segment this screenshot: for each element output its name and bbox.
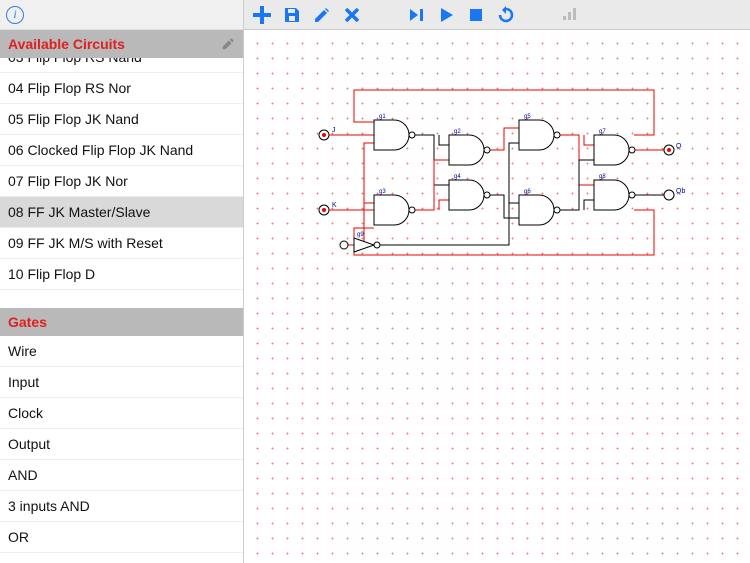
chart-icon — [560, 5, 580, 25]
gate-nand[interactable]: g1 — [374, 114, 415, 150]
list-item[interactable]: 09 FF JK M/S with Reset — [0, 228, 243, 259]
gate-label: Clock — [8, 405, 43, 421]
play-icon[interactable] — [436, 5, 456, 25]
gate-label: Output — [8, 436, 50, 452]
gate-nand[interactable]: g8 — [594, 174, 635, 210]
svg-text:g2: g2 — [454, 129, 461, 135]
svg-text:g6: g6 — [524, 189, 531, 195]
list-item[interactable]: Wire — [0, 336, 243, 367]
stop-icon[interactable] — [466, 5, 486, 25]
svg-text:g1: g1 — [379, 114, 386, 120]
list-item[interactable]: OR — [0, 522, 243, 553]
gates-list: Wire Input Clock Output AND 3 inputs AND… — [0, 336, 243, 563]
list-item[interactable]: 08 FF JK Master/Slave — [0, 197, 243, 228]
svg-text:g7: g7 — [599, 129, 606, 135]
circuit-label: 09 FF JK M/S with Reset — [8, 235, 163, 251]
pencil-icon[interactable] — [221, 37, 235, 51]
svg-text:g3: g3 — [379, 189, 386, 195]
gate-label: OR — [8, 529, 29, 545]
list-item[interactable]: Input — [0, 367, 243, 398]
sidebar: i Available Circuits 03 Flip Flop RS Nan… — [0, 0, 244, 563]
list-item[interactable]: 06 Clocked Flip Flop JK Nand — [0, 135, 243, 166]
list-item[interactable]: NOT — [0, 553, 243, 563]
output-q-label: Q — [676, 143, 682, 150]
add-icon[interactable] — [252, 5, 272, 25]
canvas[interactable]: J K Q Qb g1 g3 g2 g4 g5 — [244, 30, 750, 563]
circuit-diagram[interactable]: J K Q Qb g1 g3 g2 g4 g5 — [294, 80, 694, 280]
gate-nand[interactable]: g7 — [594, 129, 635, 165]
gate-not[interactable]: g9 — [354, 232, 380, 252]
circuits-list: 03 Flip Flop RS Nand 04 Flip Flop RS Nor… — [0, 58, 243, 308]
list-item[interactable]: 10 Flip Flop D — [0, 259, 243, 290]
gate-label: AND — [8, 467, 38, 483]
gate-nand[interactable]: g4 — [449, 174, 490, 210]
input-k-label: K — [332, 202, 337, 209]
circuit-label: 10 Flip Flop D — [8, 266, 95, 282]
gate-nand[interactable]: g6 — [519, 189, 560, 225]
circuits-title: Available Circuits — [8, 36, 125, 52]
list-item[interactable]: AND — [0, 460, 243, 491]
toolbar — [244, 0, 750, 30]
pencil-icon[interactable] — [312, 5, 332, 25]
sidebar-topbar: i — [0, 0, 243, 30]
gates-title: Gates — [8, 314, 47, 330]
svg-text:g8: g8 — [599, 174, 606, 180]
svg-text:g4: g4 — [454, 174, 461, 180]
gate-label: Input — [8, 374, 39, 390]
svg-text:g9: g9 — [357, 232, 364, 238]
svg-text:g5: g5 — [524, 114, 531, 120]
gate-nand[interactable]: g3 — [374, 189, 415, 225]
gate-nand[interactable]: g2 — [449, 129, 490, 165]
list-item[interactable]: Output — [0, 429, 243, 460]
reset-icon[interactable] — [496, 5, 516, 25]
circuit-label: 07 Flip Flop JK Nor — [8, 173, 128, 189]
circuit-label: 05 Flip Flop JK Nand — [8, 111, 139, 127]
save-icon[interactable] — [282, 5, 302, 25]
main: J K Q Qb g1 g3 g2 g4 g5 — [244, 0, 750, 563]
gate-nand[interactable]: g5 — [519, 114, 560, 150]
list-item[interactable]: 03 Flip Flop RS Nand — [0, 58, 243, 73]
step-icon[interactable] — [406, 5, 426, 25]
gates-header: Gates — [0, 308, 243, 336]
circuit-label: 08 FF JK Master/Slave — [8, 204, 150, 220]
output-qb-label: Qb — [676, 188, 685, 195]
info-icon[interactable]: i — [6, 6, 24, 24]
circuit-label: 06 Clocked Flip Flop JK Nand — [8, 142, 193, 158]
list-item[interactable]: 3 inputs AND — [0, 491, 243, 522]
list-item[interactable]: 04 Flip Flop RS Nor — [0, 73, 243, 104]
circuit-label: 04 Flip Flop RS Nor — [8, 80, 131, 96]
input-j-label: J — [332, 127, 336, 134]
gate-label: 3 inputs AND — [8, 498, 90, 514]
list-item[interactable]: Clock — [0, 398, 243, 429]
circuits-header: Available Circuits — [0, 30, 243, 58]
gate-label: Wire — [8, 343, 37, 359]
list-item[interactable]: 05 Flip Flop JK Nand — [0, 104, 243, 135]
x-icon[interactable] — [342, 5, 362, 25]
list-item[interactable]: 07 Flip Flop JK Nor — [0, 166, 243, 197]
circuit-label: 03 Flip Flop RS Nand — [8, 58, 142, 65]
